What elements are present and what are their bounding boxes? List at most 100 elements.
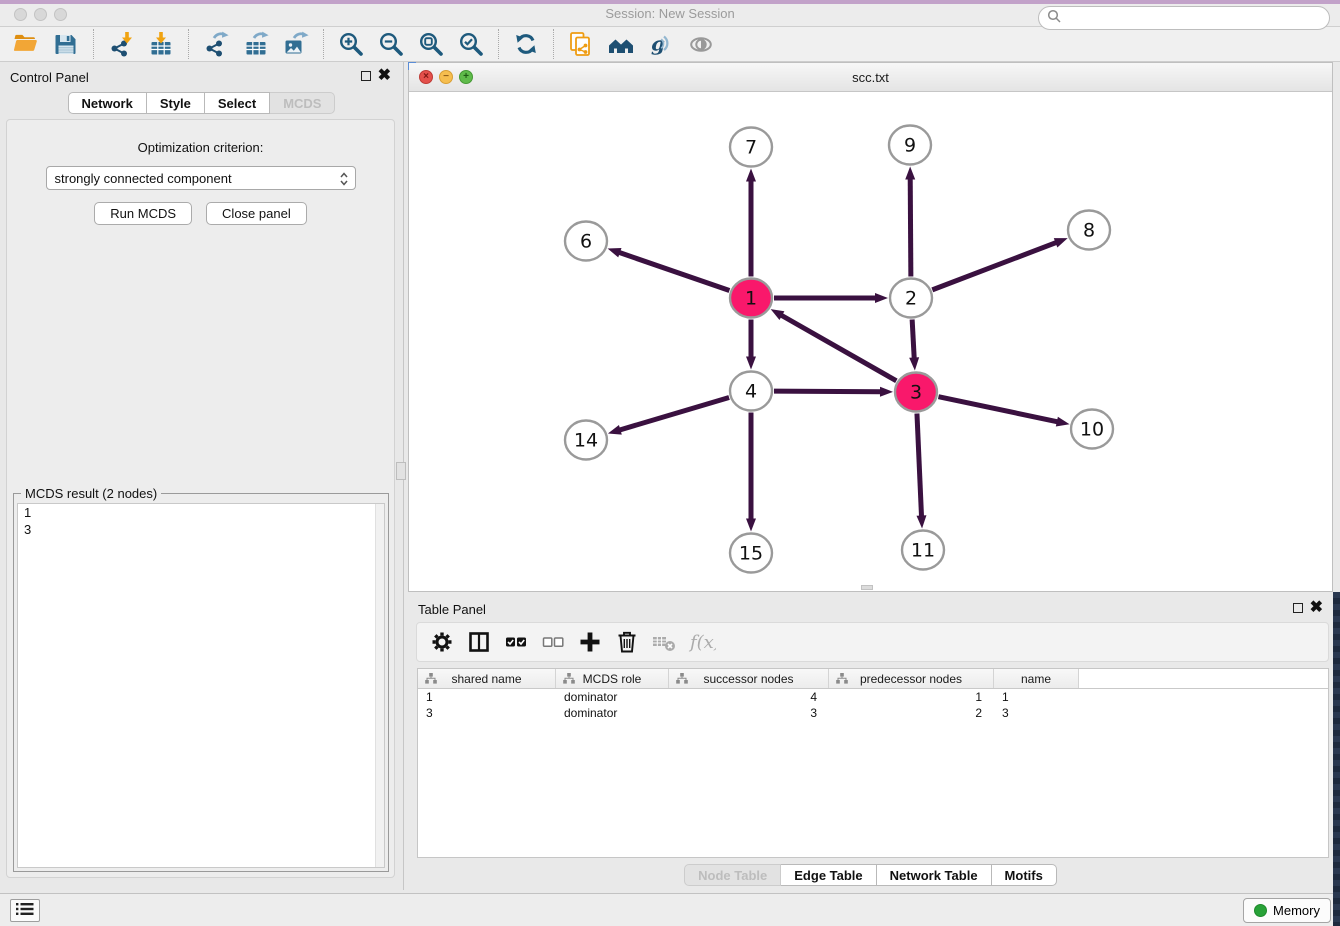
optimization-criterion-label: Optimization criterion: (7, 140, 394, 155)
table-cell[interactable]: 4 (669, 689, 829, 705)
table-cell[interactable]: 3 (669, 705, 829, 721)
table-settings-button[interactable] (427, 627, 457, 657)
table-panel-close-icon[interactable]: ✖ (1310, 601, 1323, 615)
zoom-selected-icon (458, 31, 484, 57)
canvas-splitter-handle[interactable] (861, 585, 873, 590)
graph-node-1[interactable]: 1 (730, 279, 772, 318)
graph-node-9[interactable]: 9 (889, 126, 931, 165)
import-network-button[interactable] (103, 28, 139, 60)
graph-node-7[interactable]: 7 (730, 128, 772, 167)
table-cell[interactable]: 3 (994, 705, 1079, 721)
column-header-MCDS-role[interactable]: MCDS role (556, 669, 669, 688)
criterion-select[interactable]: strongly connected component (46, 166, 356, 190)
column-header-predecessor-nodes[interactable]: predecessor nodes (829, 669, 994, 688)
delete-rows-button[interactable] (612, 627, 642, 657)
duplicate-network-icon (568, 31, 594, 57)
graph-edge-3-11[interactable] (916, 413, 926, 528)
table-panel-float-icon[interactable] (1293, 603, 1303, 613)
table-row[interactable]: 1dominator411 (418, 689, 1328, 705)
graph-node-label: 6 (580, 231, 592, 253)
zoom-in-button[interactable] (333, 28, 369, 60)
export-image-button[interactable] (278, 28, 314, 60)
table-cell[interactable]: dominator (556, 705, 669, 721)
column-header-shared-name[interactable]: shared name (418, 669, 556, 688)
graph-edge-4-3[interactable] (774, 387, 893, 397)
control-panel-header: Control Panel ✖ (0, 62, 403, 92)
graph-node-8[interactable]: 8 (1068, 211, 1110, 250)
show-hide-details-button[interactable] (683, 28, 719, 60)
select-chevrons-icon (339, 171, 349, 190)
add-row-icon (577, 629, 603, 655)
tab-network-table[interactable]: Network Table (877, 864, 992, 886)
graph-edge-2-9[interactable] (905, 166, 915, 276)
table-cell[interactable]: 2 (829, 705, 994, 721)
mcds-result-scrollbar[interactable] (375, 504, 384, 867)
export-network-button[interactable] (198, 28, 234, 60)
tab-edge-table[interactable]: Edge Table (781, 864, 876, 886)
graph-node-11[interactable]: 11 (902, 531, 944, 570)
add-row-button[interactable] (575, 627, 605, 657)
table-row[interactable]: 3dominator323 (418, 705, 1328, 721)
table-settings-icon (429, 629, 455, 655)
zoom-out-button[interactable] (373, 28, 409, 60)
control-panel-close-icon[interactable]: ✖ (378, 69, 391, 83)
import-table-button[interactable] (143, 28, 179, 60)
graph-node-3[interactable]: 3 (895, 373, 937, 412)
column-header-successor-nodes[interactable]: successor nodes (669, 669, 829, 688)
table-cell[interactable]: 1 (829, 689, 994, 705)
column-header-name[interactable]: name (994, 669, 1079, 688)
graph-node-10[interactable]: 10 (1071, 410, 1113, 449)
close-panel-button[interactable]: Close panel (206, 202, 307, 225)
show-panels-button[interactable] (10, 899, 40, 922)
tab-network[interactable]: Network (68, 92, 147, 114)
zoom-fit-button[interactable] (413, 28, 449, 60)
run-mcds-button[interactable]: Run MCDS (94, 202, 192, 225)
network-view-frame: × − + scc.txt 7 9 6 8 1 2 4 3 14 10 15 11 (408, 62, 1333, 592)
graph-node-15[interactable]: 15 (730, 534, 772, 573)
graph-edge-1-6[interactable] (608, 248, 730, 291)
table-cell[interactable]: dominator (556, 689, 669, 705)
open-session-button[interactable] (8, 28, 44, 60)
node-table[interactable]: shared nameMCDS rolesuccessor nodesprede… (417, 668, 1329, 858)
select-all-rows-button[interactable] (501, 627, 531, 657)
table-cell[interactable]: 1 (418, 689, 556, 705)
table-cell[interactable]: 3 (418, 705, 556, 721)
tab-select[interactable]: Select (205, 92, 270, 114)
save-session-button[interactable] (48, 28, 84, 60)
graph-node-14[interactable]: 14 (565, 421, 607, 460)
graph-edge-4-14[interactable] (608, 398, 729, 435)
graph-edge-2-8[interactable] (932, 238, 1067, 290)
table-cell[interactable]: 1 (994, 689, 1079, 705)
graph-edge-3-1[interactable] (771, 309, 897, 381)
graph-edge-3-10[interactable] (938, 397, 1069, 427)
table-panel: Table Panel ✖ f(x) shared nameMCDS roles… (408, 594, 1333, 890)
export-table-button[interactable] (238, 28, 274, 60)
column-layout-button[interactable] (464, 627, 494, 657)
tab-mcds[interactable]: MCDS (270, 92, 335, 114)
search-box[interactable] (1038, 6, 1330, 30)
graph-node-2[interactable]: 2 (890, 279, 932, 318)
mcds-result-textarea[interactable]: 13 (17, 503, 385, 868)
duplicate-network-button[interactable] (563, 28, 599, 60)
graph-node-6[interactable]: 6 (565, 222, 607, 261)
refresh-view-button[interactable] (508, 28, 544, 60)
network-frame-titlebar[interactable]: × − + scc.txt (409, 63, 1332, 92)
search-input[interactable] (1061, 10, 1321, 26)
deselect-all-rows-button[interactable] (538, 627, 568, 657)
tab-node-table[interactable]: Node Table (684, 864, 781, 886)
tab-style[interactable]: Style (147, 92, 205, 114)
panel-splitter-handle[interactable] (396, 462, 406, 480)
graph-edge-4-15[interactable] (746, 413, 756, 532)
graph-node-4[interactable]: 4 (730, 372, 772, 411)
graphics-details-button[interactable]: g (643, 28, 679, 60)
graph-edge-1-2[interactable] (774, 293, 888, 303)
zoom-selected-button[interactable] (453, 28, 489, 60)
graph-edge-2-3[interactable] (909, 319, 919, 370)
control-panel-float-icon[interactable] (361, 71, 371, 81)
memory-button[interactable]: Memory (1243, 898, 1331, 923)
tab-motifs[interactable]: Motifs (992, 864, 1057, 886)
graph-edge-1-4[interactable] (746, 320, 756, 370)
graph-edge-1-7[interactable] (746, 169, 756, 277)
home-layout-button[interactable] (603, 28, 639, 60)
network-canvas[interactable]: 7 9 6 8 1 2 4 3 14 10 15 11 (409, 91, 1332, 591)
